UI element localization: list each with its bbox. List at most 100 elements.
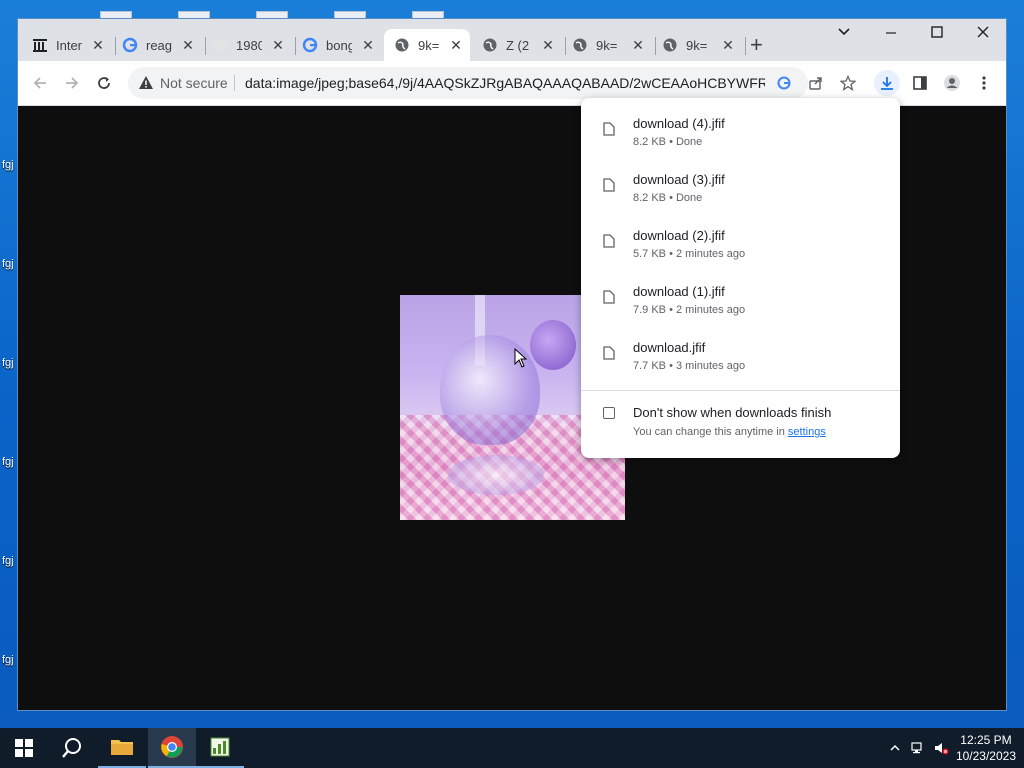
mouse-cursor-icon [514, 348, 528, 368]
download-item[interactable]: download (1).jfif 7.9 KB • 2 minutes ago [581, 284, 900, 340]
tab-title: bong [326, 37, 352, 53]
close-window-button[interactable] [971, 25, 995, 44]
tab-close-button[interactable]: ✕ [448, 37, 464, 53]
tab-google-bong[interactable]: bong ✕ [302, 31, 382, 59]
download-status: 8.2 KB • Done [633, 192, 703, 204]
download-status: 5.7 KB • 2 minutes ago [633, 248, 746, 260]
download-icon[interactable] [874, 70, 900, 96]
chevron-up-icon[interactable] [887, 740, 903, 756]
tab-search-icon[interactable] [832, 25, 856, 44]
google-lens-icon[interactable] [774, 73, 794, 93]
tab-title: 9k= [686, 37, 708, 53]
desktop-icon-label[interactable]: fgj [2, 258, 14, 270]
tab-title: 9k= [596, 37, 618, 53]
tab-separator [745, 37, 746, 55]
tab-internet-archive[interactable]: Inter ✕ [32, 31, 112, 59]
tab-close-button[interactable]: ✕ [720, 37, 736, 53]
volume-muted-icon[interactable] [933, 740, 949, 756]
taskbar: 12:25 PM 10/23/2023 [0, 728, 1024, 768]
file-icon [603, 178, 615, 197]
tab-title: 1980 [236, 37, 262, 53]
download-item[interactable]: download.jfif 7.7 KB • 3 minutes ago [581, 340, 900, 396]
forward-arrow-icon[interactable] [60, 71, 84, 95]
network-icon[interactable] [910, 740, 926, 756]
image-detail [530, 320, 576, 370]
tab-title: 9k= [418, 37, 440, 53]
tab-close-button[interactable]: ✕ [90, 37, 106, 53]
desktop-icon-label[interactable]: fgj [2, 357, 14, 369]
settings-hint: You can change this anytime in settings [633, 426, 826, 438]
tab-close-button[interactable]: ✕ [540, 37, 556, 53]
dont-show-label[interactable]: Don't show when downloads finish [633, 405, 831, 420]
google-icon [302, 37, 318, 53]
downloads-divider [581, 390, 900, 391]
not-secure-label[interactable]: Not secure [160, 75, 228, 91]
tab-close-button[interactable]: ✕ [630, 37, 646, 53]
desktop-icon-label[interactable]: fgj [2, 159, 14, 171]
chrome-icon[interactable] [148, 728, 196, 768]
clock-time: 12:25 PM [960, 733, 1012, 747]
tab-close-button[interactable]: ✕ [270, 37, 286, 53]
profile-avatar-icon[interactable] [940, 71, 964, 95]
url-text[interactable]: data:image/jpeg;base64,/9j/4AAQSkZJRgABA… [245, 75, 765, 91]
settings-link[interactable]: settings [788, 426, 826, 438]
tab-separator [205, 37, 206, 55]
tab-image-2[interactable]: 9k= ✕ [572, 31, 652, 59]
search-icon[interactable] [48, 728, 96, 768]
file-icon [603, 122, 615, 141]
globe-icon [394, 37, 410, 53]
globe-icon [482, 37, 498, 53]
download-filename: download.jfif [633, 340, 706, 355]
start-windows-icon[interactable] [0, 728, 48, 768]
tab-title: reag [146, 37, 172, 53]
new-tab-button[interactable]: + [750, 34, 763, 56]
file-icon [603, 290, 615, 309]
tab-close-button[interactable]: ✕ [360, 37, 376, 53]
download-status: 8.2 KB • Done [633, 136, 703, 148]
tab-active-image[interactable]: 9k= ✕ [384, 29, 470, 61]
downloads-bubble: download (4).jfif 8.2 KB • Done download… [581, 98, 900, 458]
blank-page-icon [212, 37, 228, 53]
tab-title: Z (2 [506, 37, 530, 53]
download-item[interactable]: download (3).jfif 8.2 KB • Done [581, 172, 900, 228]
minimize-button[interactable] [879, 25, 903, 44]
reload-icon[interactable] [92, 71, 116, 95]
warning-triangle-icon[interactable] [138, 75, 154, 96]
file-icon [603, 234, 615, 253]
tab-z[interactable]: Z (2 ✕ [482, 31, 562, 59]
tab-strip: Inter ✕ reag ✕ 1980 ✕ bong ✕ 9k= ✕ Z (2 … [18, 19, 1006, 61]
download-item[interactable]: download (4).jfif 8.2 KB • Done [581, 116, 900, 172]
image-detail [448, 455, 544, 495]
tab-separator [565, 37, 566, 55]
maximize-button[interactable] [925, 25, 949, 44]
google-icon [122, 37, 138, 53]
back-arrow-icon[interactable] [28, 71, 52, 95]
tab-google-search[interactable]: reag ✕ [122, 31, 202, 59]
settings-hint-text: You can change this anytime in [633, 426, 788, 438]
download-filename: download (1).jfif [633, 284, 725, 299]
download-item[interactable]: download (2).jfif 5.7 KB • 2 minutes ago [581, 228, 900, 284]
kebab-menu-icon[interactable] [972, 71, 996, 95]
file-explorer-icon[interactable] [98, 728, 146, 768]
globe-icon [662, 37, 678, 53]
spreadsheet-app-icon[interactable] [196, 728, 244, 768]
address-bar[interactable]: Not secure data:image/jpeg;base64,/9j/4A… [128, 67, 808, 99]
desktop-icon-label[interactable]: fgj [2, 654, 14, 666]
dont-show-checkbox[interactable] [603, 407, 615, 419]
tab-1980[interactable]: 1980 ✕ [212, 31, 292, 59]
side-panel-icon[interactable] [908, 71, 932, 95]
system-clock[interactable]: 12:25 PM 10/23/2023 [956, 732, 1016, 764]
download-filename: download (4).jfif [633, 116, 725, 131]
download-status: 7.7 KB • 3 minutes ago [633, 360, 746, 372]
tab-close-button[interactable]: ✕ [180, 37, 196, 53]
archive-icon [32, 37, 48, 53]
download-status: 7.9 KB • 2 minutes ago [633, 304, 746, 316]
file-icon [603, 346, 615, 365]
tab-separator [655, 37, 656, 55]
globe-icon [572, 37, 588, 53]
share-icon[interactable] [804, 71, 828, 95]
desktop-icon-label[interactable]: fgj [2, 456, 14, 468]
tab-image-3[interactable]: 9k= ✕ [662, 31, 742, 59]
desktop-icon-label[interactable]: fgj [2, 555, 14, 567]
bookmark-star-icon[interactable] [836, 71, 860, 95]
